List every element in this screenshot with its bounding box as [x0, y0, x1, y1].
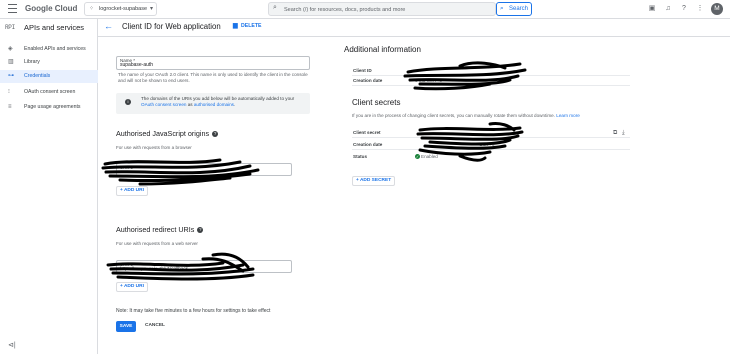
project-name: logrocket-supabase	[99, 6, 148, 12]
secret-creation-date-value: GMT+5	[479, 142, 495, 147]
search-input[interactable]	[284, 4, 489, 15]
sidebar: RPI APIs and services ◈ Enabled APIs and…	[0, 19, 98, 354]
save-button[interactable]: SAVE	[116, 321, 136, 332]
api-badge-icon: RPI	[5, 24, 15, 31]
add-redirect-uri-button[interactable]: + ADD URI	[116, 282, 148, 292]
search-button[interactable]: ⌕ Search	[496, 2, 532, 16]
sidebar-item-label: Page usage agreements	[24, 104, 81, 110]
js-origins-hint: For use with requests from a browser	[116, 145, 192, 150]
redirect-uri-input[interactable]: URIs 1 * https:// .supa .co/auth/v1/call…	[116, 260, 292, 273]
avatar[interactable]: M	[711, 3, 723, 15]
sidebar-header: RPI APIs and services	[0, 19, 98, 36]
info-text: The domains of the URIs you add below wi…	[141, 96, 295, 107]
client-secrets-title: Client secrets	[352, 98, 401, 107]
search-icon: ⌕	[500, 5, 504, 12]
help-icon[interactable]: ?	[197, 227, 204, 234]
info-icon: i	[125, 99, 131, 105]
creation-date-label: Creation date	[353, 78, 383, 83]
name-field[interactable]: Name *	[116, 56, 310, 70]
settings-note: Note: It may take five minutes to a few …	[116, 308, 271, 314]
menu-icon[interactable]	[8, 4, 17, 13]
more-options-icon[interactable]: ⋮	[695, 4, 705, 14]
sidebar-item-oauth-consent[interactable]: ⁝ OAuth consent screen	[0, 86, 98, 99]
settings-list-icon: ≡	[8, 104, 12, 110]
sidebar-item-label: OAuth consent screen	[24, 89, 76, 95]
uri-label: URIs 1 *	[120, 165, 136, 170]
google-cloud-logo[interactable]: Google Cloud	[25, 4, 77, 13]
key-icon: ⊶	[8, 73, 14, 79]
sidebar-item-library[interactable]: ▥ Library	[0, 56, 98, 69]
check-icon: ✓	[415, 154, 420, 160]
sidebar-item-credentials[interactable]: ⊶ Credentials	[0, 70, 98, 83]
search-icon: ⌕	[273, 4, 277, 11]
sidebar-item-label: Library	[24, 59, 40, 65]
header-divider	[98, 36, 730, 37]
status-row: Status ✓ Enabled	[352, 152, 630, 162]
add-js-origin-button[interactable]: + ADD URI	[116, 186, 148, 196]
cancel-button[interactable]: CANCEL	[145, 323, 165, 328]
top-bar: Google Cloud ⁘ logrocket-supabase ▾ ⌕ ⌕ …	[0, 0, 730, 19]
status-value: ✓ Enabled	[415, 154, 438, 160]
cloud-shell-icon[interactable]: ▣	[647, 4, 657, 14]
creation-date-value: 6 Ma GMT+5	[415, 78, 442, 83]
client-secrets-description: If you are in the process of changing cl…	[352, 113, 580, 118]
oauth-consent-link[interactable]: OAuth consent screen	[141, 102, 186, 107]
client-secret-row: Client secret	[352, 128, 630, 138]
redirect-uri-value: https:// .supa .co/auth/v1/callback	[120, 266, 188, 271]
sidebar-item-page-usage[interactable]: ≡ Page usage agreements	[0, 101, 98, 114]
back-arrow-icon[interactable]: ←	[104, 21, 113, 31]
delete-label: DELETE	[241, 23, 262, 29]
add-secret-button[interactable]: + ADD SECRET	[352, 176, 396, 186]
grid-icon: ◈	[8, 46, 13, 52]
creation-date-row: Creation date 6 Ma GMT+5	[352, 76, 630, 86]
secret-creation-date-label: Creation date	[353, 142, 383, 147]
js-origin-uri-input[interactable]: URIs 1 *	[116, 163, 292, 176]
trash-icon: ▆	[233, 23, 238, 29]
page-title: Client ID for Web application	[122, 22, 221, 31]
redirect-uris-hint: For use with requests from a web server	[116, 241, 198, 246]
library-icon: ▥	[8, 59, 14, 65]
download-icon[interactable]: ⤓	[622, 130, 625, 137]
name-hint: The name of your OAuth 2.0 client. This …	[118, 72, 308, 83]
sidebar-item-label: Credentials	[24, 73, 51, 79]
notifications-icon[interactable]: ♫	[663, 4, 673, 14]
client-id-label: Client ID	[353, 68, 372, 73]
consent-icon: ⁝	[8, 89, 10, 95]
sidebar-item-enabled-apis[interactable]: ◈ Enabled APIs and services	[0, 43, 98, 56]
domains-info-box: i The domains of the URIs you add below …	[116, 93, 310, 114]
redirect-uris-title: Authorised redirect URIs?	[116, 225, 204, 234]
client-id-row: Client ID	[352, 66, 630, 76]
status-label: Status	[353, 154, 368, 159]
project-icon: ⁘	[89, 6, 95, 12]
name-input[interactable]	[120, 61, 300, 68]
help-icon[interactable]: ?	[212, 131, 219, 138]
client-secret-label: Client secret	[353, 130, 381, 135]
sidebar-item-label: Enabled APIs and services	[24, 46, 86, 52]
copy-icon[interactable]: ⧉	[613, 130, 617, 137]
search-button-label: Search	[509, 6, 529, 12]
js-origins-title: Authorised JavaScript origins?	[116, 129, 219, 138]
search-bar[interactable]: ⌕	[268, 2, 496, 16]
learn-more-link[interactable]: Learn more	[556, 113, 580, 118]
project-picker[interactable]: ⁘ logrocket-supabase ▾	[84, 2, 157, 16]
additional-info-title: Additional information	[344, 45, 421, 54]
chevron-down-icon: ▾	[149, 6, 153, 12]
secret-creation-date-row: Creation date GMT+5	[352, 140, 630, 150]
collapse-sidebar-icon[interactable]: ⊲|	[8, 341, 16, 349]
help-icon[interactable]: ?	[679, 4, 689, 14]
delete-button[interactable]: ▆ DELETE	[233, 23, 261, 29]
sidebar-title: APIs and services	[24, 23, 85, 32]
authorised-domains-link[interactable]: authorised domains	[194, 102, 234, 107]
